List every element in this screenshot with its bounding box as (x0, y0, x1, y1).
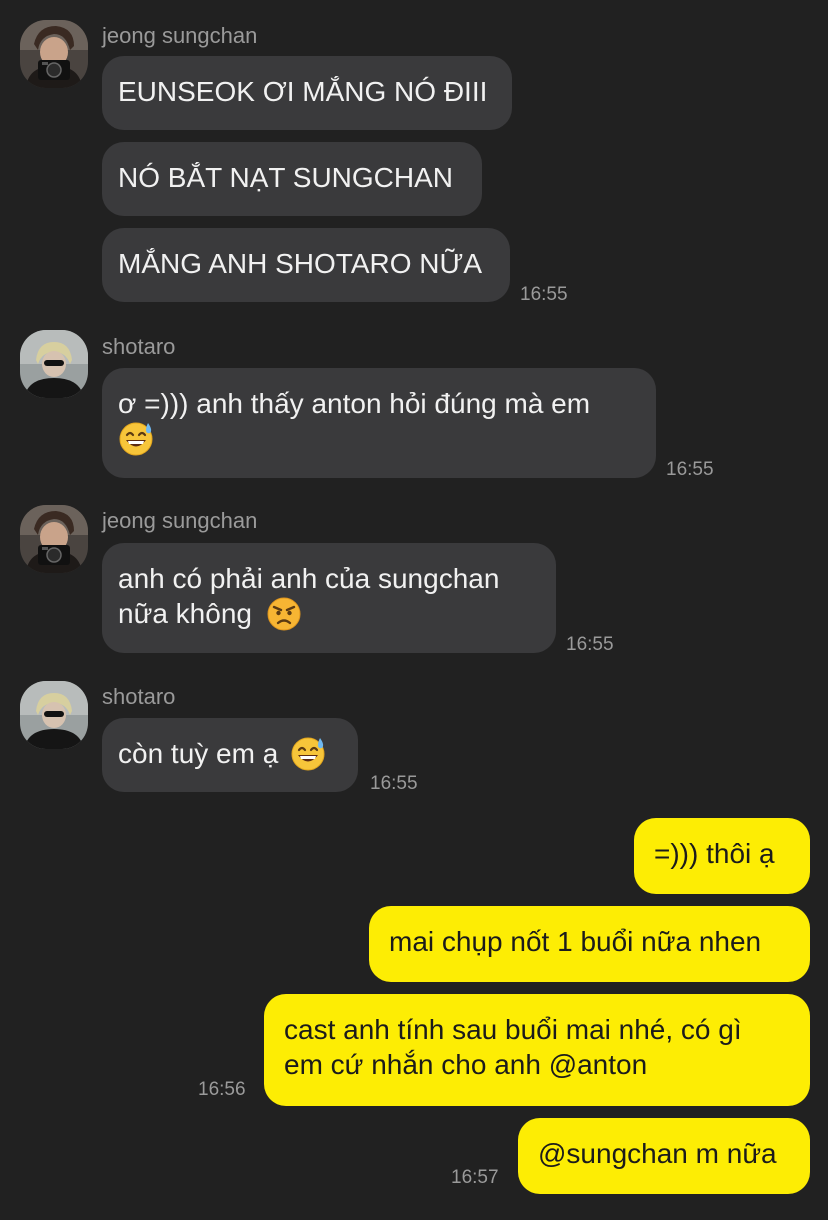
message-text: NÓ BẮT NẠT SUNGCHAN (118, 162, 454, 193)
message-bubble[interactable]: mai chụp nốt 1 buổi nữa nhen (369, 906, 810, 982)
avatar[interactable] (20, 505, 88, 573)
message-bubble[interactable]: NÓ BẮT NẠT SUNGCHAN (102, 142, 482, 216)
angry-face-emoji-icon (266, 595, 302, 631)
grinning-sweat-emoji-icon (290, 735, 326, 771)
message-bubble[interactable]: =))) thôi ạ (634, 818, 810, 894)
message-timestamp: 16:55 (370, 773, 418, 794)
message-text: =))) thôi ạ (654, 838, 775, 869)
profile-photo-icon (20, 20, 88, 88)
message-bubble[interactable]: anh có phải anh của sungchan nữa không (102, 543, 556, 653)
message-bubble[interactable]: còn tuỳ em ạ (102, 718, 358, 792)
avatar[interactable] (20, 681, 88, 749)
message-text: mai chụp nốt 1 buổi nữa nhen (389, 926, 762, 957)
message-text: em cứ nhắn cho anh @anton (284, 1049, 648, 1080)
sender-name: jeong sungchan (102, 23, 258, 48)
message-text: nữa không (118, 598, 252, 629)
message-text: anh có phải anh của sungchan (118, 563, 500, 594)
message-bubble[interactable]: cast anh tính sau buổi mai nhé, có gì em… (264, 994, 810, 1106)
message-text: cast anh tính sau buổi mai nhé, có gì (284, 1014, 742, 1045)
message-timestamp: 16:55 (566, 634, 614, 655)
sender-name: shotaro (102, 684, 176, 709)
message-text: @sungchan m nữa (538, 1138, 777, 1169)
message-bubble[interactable]: @sungchan m nữa (518, 1118, 810, 1194)
profile-photo-icon (20, 681, 88, 749)
profile-photo-icon (20, 505, 88, 573)
message-timestamp: 16:57 (451, 1167, 499, 1188)
message-bubble[interactable]: EUNSEOK ƠI MẮNG NÓ ĐIII (102, 56, 512, 130)
message-timestamp: 16:55 (666, 459, 714, 480)
message-bubble[interactable]: MẮNG ANH SHOTARO NỮA (102, 228, 510, 302)
message-text: còn tuỳ em ạ (118, 738, 279, 769)
sender-name: shotaro (102, 334, 176, 359)
message-timestamp: 16:55 (520, 284, 568, 305)
avatar[interactable] (20, 330, 88, 398)
grinning-sweat-emoji-icon (118, 420, 154, 456)
message-timestamp: 16:56 (198, 1079, 246, 1100)
profile-photo-icon (20, 330, 88, 398)
message-bubble[interactable]: ơ =))) anh thấy anton hỏi đúng mà em (102, 368, 656, 478)
message-text: EUNSEOK ƠI MẮNG NÓ ĐIII (118, 76, 488, 107)
sender-name: jeong sungchan (102, 508, 258, 533)
avatar[interactable] (20, 20, 88, 88)
message-text: ơ =))) anh thấy anton hỏi đúng mà em (118, 388, 591, 419)
message-text: MẮNG ANH SHOTARO NỮA (118, 248, 483, 279)
